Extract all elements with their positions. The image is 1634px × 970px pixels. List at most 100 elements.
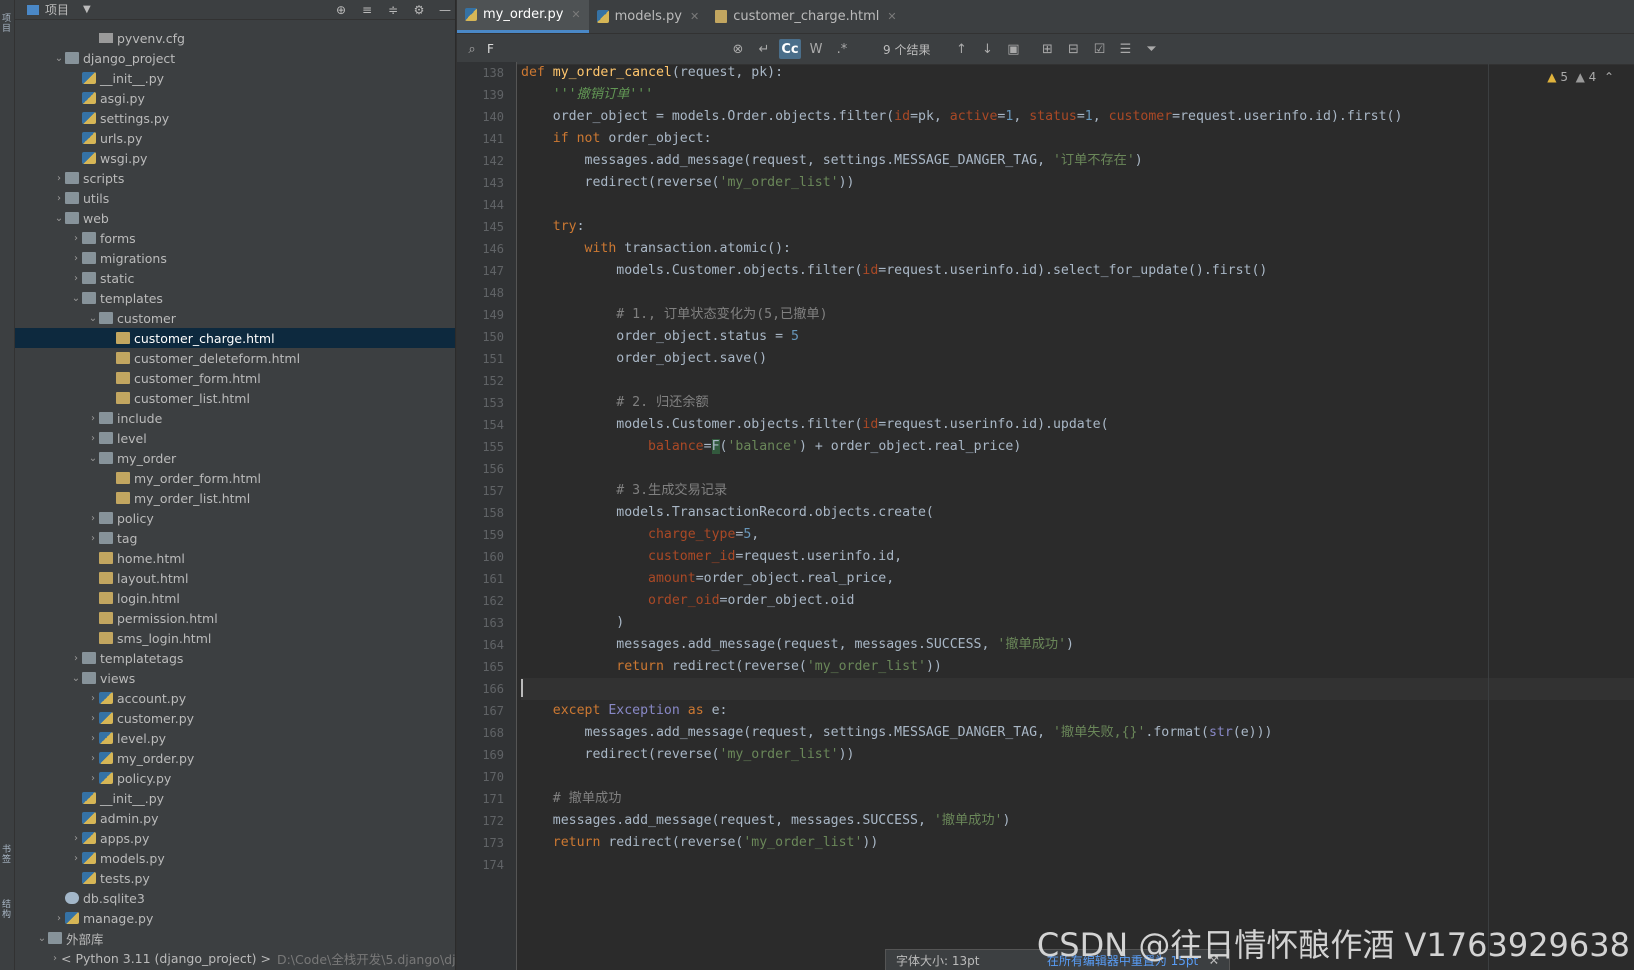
remove-occurrence-icon[interactable]: ⊟ xyxy=(1062,39,1084,59)
project-title[interactable]: 项目 xyxy=(45,1,69,18)
code-line[interactable]: messages.add_message(request, messages.S… xyxy=(521,634,1634,656)
code-line[interactable]: ) xyxy=(521,612,1634,634)
tree-item[interactable]: ⌄ views xyxy=(15,668,455,688)
code-line[interactable]: charge_type=5, xyxy=(521,524,1634,546)
code-line[interactable]: customer_id=request.userinfo.id, xyxy=(521,546,1634,568)
chevron-down-icon[interactable]: ⌄ xyxy=(87,313,99,324)
structure-tool-tab[interactable]: 结构 xyxy=(2,900,13,920)
arrow-down-icon[interactable]: ↓ xyxy=(976,39,998,59)
tree-item[interactable]: permission.html xyxy=(15,608,455,628)
editor-tab[interactable]: my_order.py ✕ xyxy=(457,0,589,33)
code-line[interactable] xyxy=(521,678,1634,700)
code-line[interactable]: try: xyxy=(521,216,1634,238)
code-line[interactable]: except Exception as e: xyxy=(521,700,1634,722)
chevron-right-icon[interactable]: › xyxy=(87,433,99,444)
tree-item[interactable]: __init__.py xyxy=(15,68,455,88)
bookmarks-tool-tab[interactable]: 书签 xyxy=(2,845,13,865)
clear-search-icon[interactable]: ⊗ xyxy=(727,39,749,59)
code-line[interactable]: # 撤单成功 xyxy=(521,788,1634,810)
code-line[interactable]: messages.add_message(request, settings.M… xyxy=(521,722,1634,744)
locate-icon[interactable]: ⊕ xyxy=(331,0,351,20)
code-line[interactable]: order_oid=order_object.oid xyxy=(521,590,1634,612)
newline-icon[interactable]: ↵ xyxy=(753,39,775,59)
inspection-widget[interactable]: ▲ 5 ▲ 4 ⌃ xyxy=(1547,70,1614,84)
chevron-right-icon[interactable]: › xyxy=(53,953,57,964)
code-line[interactable] xyxy=(521,282,1634,304)
editor-tab[interactable]: customer_charge.html ✕ xyxy=(707,0,904,33)
code-line[interactable] xyxy=(521,458,1634,480)
chevron-right-icon[interactable]: › xyxy=(87,733,99,744)
tree-item[interactable]: › scripts xyxy=(15,168,455,188)
code-line[interactable]: with transaction.atomic(): xyxy=(521,238,1634,260)
close-icon[interactable]: ✕ xyxy=(571,8,580,21)
chevron-right-icon[interactable]: › xyxy=(70,853,82,864)
chevron-right-icon[interactable]: › xyxy=(53,193,65,204)
filter-icon[interactable]: ⏷ xyxy=(1140,39,1162,59)
search-icon[interactable]: ⌕ xyxy=(461,39,483,59)
code-line[interactable]: # 1., 订单状态变化为(5,已撤单) xyxy=(521,304,1634,326)
chevron-right-icon[interactable]: › xyxy=(87,773,99,784)
tree-item[interactable]: › < Python 3.11 (django_project) > D:\Code… xyxy=(15,948,455,968)
editor-tab[interactable]: models.py ✕ xyxy=(589,0,708,33)
code-line[interactable]: return redirect(reverse('my_order_list')… xyxy=(521,656,1634,678)
minimize-icon[interactable]: — xyxy=(435,0,455,20)
expand-all-icon[interactable]: ≡ xyxy=(357,0,377,20)
code-line[interactable]: order_object.status = 5 xyxy=(521,326,1634,348)
code-line[interactable]: order_object = models.Order.objects.filt… xyxy=(521,106,1634,128)
code-line[interactable]: return redirect(reverse('my_order_list')… xyxy=(521,832,1634,854)
tree-item[interactable]: wsgi.py xyxy=(15,148,455,168)
project-tool-tab[interactable]: 项目 xyxy=(2,14,13,34)
tree-item[interactable]: ⌄ django_project xyxy=(15,48,455,68)
tree-item[interactable]: › templatetags xyxy=(15,648,455,668)
chevron-right-icon[interactable]: › xyxy=(87,713,99,724)
tree-item[interactable]: customer_list.html xyxy=(15,388,455,408)
chevron-right-icon[interactable]: › xyxy=(87,513,99,524)
code-line[interactable]: '''撤销订单''' xyxy=(521,84,1634,106)
chevron-right-icon[interactable]: › xyxy=(70,253,82,264)
tree-item[interactable]: sms_login.html xyxy=(15,628,455,648)
tree-item[interactable]: › apps.py xyxy=(15,828,455,848)
tree-item[interactable]: admin.py xyxy=(15,808,455,828)
tree-item[interactable]: › policy xyxy=(15,508,455,528)
words-button[interactable]: W xyxy=(805,39,827,59)
tree-item[interactable]: login.html xyxy=(15,588,455,608)
chevron-right-icon[interactable]: › xyxy=(87,753,99,764)
code-line[interactable]: # 2. 归还余额 xyxy=(521,392,1634,414)
chevron-right-icon[interactable]: › xyxy=(87,533,99,544)
code-line[interactable] xyxy=(521,766,1634,788)
tree-item[interactable]: › static xyxy=(15,268,455,288)
in-selection-icon[interactable]: ☰ xyxy=(1114,39,1136,59)
chevron-right-icon[interactable]: › xyxy=(53,913,65,924)
code-line[interactable] xyxy=(521,854,1634,876)
chevron-up-icon[interactable]: ⌃ xyxy=(1604,70,1614,84)
code-line[interactable] xyxy=(521,194,1634,216)
tree-item[interactable]: customer_deleteform.html xyxy=(15,348,455,368)
tree-item[interactable]: layout.html xyxy=(15,568,455,588)
chevron-down-icon[interactable]: ⌄ xyxy=(87,453,99,464)
code-line[interactable]: models.Customer.objects.filter(id=reques… xyxy=(521,414,1634,436)
tree-item[interactable]: › level xyxy=(15,428,455,448)
code-line[interactable]: def my_order_cancel(request, pk): xyxy=(521,62,1634,84)
tree-item[interactable]: › forms xyxy=(15,228,455,248)
code-view[interactable]: def my_order_cancel(request, pk): '''撤销订… xyxy=(521,62,1634,970)
tree-item[interactable]: › migrations xyxy=(15,248,455,268)
tree-item[interactable]: ⌄ customer xyxy=(15,308,455,328)
tree-item[interactable]: ⌄ my_order xyxy=(15,448,455,468)
tree-item[interactable]: customer_form.html xyxy=(15,368,455,388)
search-input[interactable]: F xyxy=(483,42,723,56)
code-line[interactable] xyxy=(521,370,1634,392)
close-icon[interactable]: ✕ xyxy=(690,10,699,23)
tree-item[interactable]: db.sqlite3 xyxy=(15,888,455,908)
arrow-up-icon[interactable]: ↑ xyxy=(950,39,972,59)
tree-item[interactable]: urls.py xyxy=(15,128,455,148)
tree-item[interactable]: pyvenv.cfg xyxy=(15,28,455,48)
code-line[interactable]: redirect(reverse('my_order_list')) xyxy=(521,172,1634,194)
chevron-right-icon[interactable]: › xyxy=(70,833,82,844)
tree-item[interactable]: › account.py xyxy=(15,688,455,708)
chevron-down-icon[interactable]: ⌄ xyxy=(36,933,48,944)
tree-item[interactable]: __init__.py xyxy=(15,788,455,808)
code-line[interactable]: redirect(reverse('my_order_list')) xyxy=(521,744,1634,766)
chevron-right-icon[interactable]: › xyxy=(53,173,65,184)
tree-item[interactable]: › policy.py xyxy=(15,768,455,788)
select-occurrences-icon[interactable]: ☑ xyxy=(1088,39,1110,59)
